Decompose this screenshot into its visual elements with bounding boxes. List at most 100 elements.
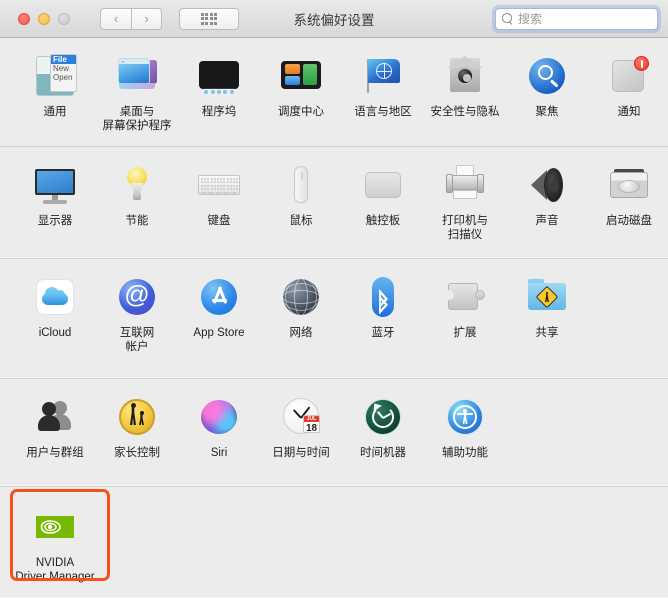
section-personal: File New Open 通用 桌面与 屏幕保护程序 程序坞 调度中心 语言与… xyxy=(0,38,668,146)
security-privacy-icon xyxy=(441,52,489,100)
pref-pane-date-time[interactable]: JUL 18 日期与时间 xyxy=(260,391,342,461)
back-button[interactable]: ‹ xyxy=(100,7,131,30)
pref-pane-label-line2: 帐户 xyxy=(125,340,149,353)
pref-pane-startup-disk[interactable]: 启动磁盘 xyxy=(588,159,668,243)
pref-pane-label: 声音 xyxy=(535,215,559,227)
bluetooth-icon xyxy=(359,273,407,321)
pref-pane-nvidia-driver-manager[interactable]: NVIDIA Driver Manager xyxy=(14,501,96,585)
preferences-grid: File New Open 通用 桌面与 屏幕保护程序 程序坞 调度中心 语言与… xyxy=(0,38,668,598)
accessibility-icon xyxy=(441,393,489,441)
network-icon xyxy=(277,273,325,321)
extensions-icon xyxy=(441,273,489,321)
startup-disk-icon xyxy=(605,161,653,209)
traffic-lights xyxy=(18,12,70,25)
pref-pane-label: 日期与时间 xyxy=(272,447,330,459)
section-system-row: 用户与群组 家长控制 Siri JUL 18 日期与时间 时间机器 辅助功能 xyxy=(0,379,668,467)
pref-pane-network[interactable]: 网络 xyxy=(260,271,342,355)
pref-pane-app-store[interactable]: App Store xyxy=(178,271,260,355)
pref-pane-displays[interactable]: 显示器 xyxy=(14,159,96,243)
section-hardware-row: 显示器 节能 键盘 鼠标 触控板 打印机与 扫描仪 声音 启动磁盘 xyxy=(0,147,668,249)
pref-pane-icloud[interactable]: iCloud xyxy=(14,271,96,355)
pref-pane-label-line1: 桌面与 xyxy=(119,106,155,118)
pref-pane-dock[interactable]: 程序坞 xyxy=(178,50,260,134)
spotlight-icon xyxy=(523,52,571,100)
search-input[interactable]: 搜索 xyxy=(495,7,658,30)
pref-pane-label: 聚焦 xyxy=(535,106,559,118)
icloud-icon xyxy=(31,273,79,321)
pref-pane-spotlight[interactable]: 聚焦 xyxy=(506,50,588,134)
pref-pane-siri[interactable]: Siri xyxy=(178,391,260,461)
search-icon xyxy=(502,13,513,24)
pref-pane-general[interactable]: File New Open 通用 xyxy=(14,50,96,134)
pref-pane-label: 家长控制 xyxy=(114,447,160,459)
pref-pane-label-line2: 屏幕保护程序 xyxy=(102,119,172,132)
pref-pane-label: Siri xyxy=(210,447,228,459)
zoom-button-icon[interactable] xyxy=(58,12,70,25)
pref-pane-label-line1: 互联网 xyxy=(119,327,155,339)
pref-pane-language-region[interactable]: 语言与地区 xyxy=(342,50,424,134)
pref-pane-sound[interactable]: 声音 xyxy=(506,159,588,243)
pref-pane-energy-saver[interactable]: 节能 xyxy=(96,159,178,243)
pref-pane-label: 互联网 帐户 xyxy=(120,327,155,355)
pref-pane-label: 共享 xyxy=(535,327,559,339)
pref-pane-desktop-screensaver[interactable]: 桌面与 屏幕保护程序 xyxy=(96,50,178,134)
pref-pane-label: 程序坞 xyxy=(201,106,237,118)
notification-badge xyxy=(634,56,649,71)
pref-pane-extensions[interactable]: 扩展 xyxy=(424,271,506,355)
pref-pane-mouse[interactable]: 鼠标 xyxy=(260,159,342,243)
mission-control-icon xyxy=(277,52,325,100)
chevron-left-icon: ‹ xyxy=(113,11,119,26)
search-placeholder: 搜索 xyxy=(518,12,543,26)
keyboard-icon xyxy=(195,161,243,209)
trackpad-icon xyxy=(359,161,407,209)
general-icon-menu-item-new: New xyxy=(53,64,70,73)
section-internet-wireless-row: iCloud @ 互联网 帐户 App Store 网络 蓝牙 扩展 共享 xyxy=(0,259,668,361)
siri-icon xyxy=(195,393,243,441)
pref-pane-bluetooth[interactable]: 蓝牙 xyxy=(342,271,424,355)
pref-pane-label: NVIDIA Driver Manager xyxy=(15,557,94,585)
close-button-icon[interactable] xyxy=(18,12,30,25)
section-third-party-row: NVIDIA Driver Manager xyxy=(0,487,668,591)
pref-pane-label-line2: 扫描仪 xyxy=(447,228,483,241)
pref-pane-label-line2: Driver Manager xyxy=(15,570,95,583)
pref-pane-parental-controls[interactable]: 家长控制 xyxy=(96,391,178,461)
pref-pane-label: 鼠标 xyxy=(289,215,313,227)
pref-pane-notifications[interactable]: 通知 xyxy=(588,50,668,134)
calendar-day-label: 18 xyxy=(305,423,318,433)
pref-pane-label: 打印机与 扫描仪 xyxy=(442,215,488,243)
pref-pane-sharing[interactable]: 共享 xyxy=(506,271,588,355)
chevron-right-icon: › xyxy=(144,11,149,26)
displays-icon xyxy=(31,161,79,209)
desktop-screensaver-icon xyxy=(113,52,161,100)
nvidia-icon xyxy=(31,503,79,551)
date-time-icon: JUL 18 xyxy=(277,393,325,441)
pref-pane-security-privacy[interactable]: 安全性与隐私 xyxy=(424,50,506,134)
internet-accounts-icon: @ xyxy=(113,273,161,321)
pref-pane-label: 通知 xyxy=(617,106,641,118)
section-third-party: NVIDIA Driver Manager xyxy=(0,486,668,598)
pref-pane-label: 辅助功能 xyxy=(442,447,488,459)
pref-pane-mission-control[interactable]: 调度中心 xyxy=(260,50,342,134)
pref-pane-label: 扩展 xyxy=(453,327,477,339)
sound-icon xyxy=(523,161,571,209)
pref-pane-trackpad[interactable]: 触控板 xyxy=(342,159,424,243)
pref-pane-keyboard[interactable]: 键盘 xyxy=(178,159,260,243)
pref-pane-label: 网络 xyxy=(289,327,313,339)
section-internet-wireless: iCloud @ 互联网 帐户 App Store 网络 蓝牙 扩展 共享 xyxy=(0,258,668,378)
pref-pane-label: App Store xyxy=(193,327,245,339)
forward-button[interactable]: › xyxy=(131,7,162,30)
pref-pane-label: 通用 xyxy=(43,106,67,118)
pref-pane-internet-accounts[interactable]: @ 互联网 帐户 xyxy=(96,271,178,355)
pref-pane-accessibility[interactable]: 辅助功能 xyxy=(424,391,506,461)
section-system: 用户与群组 家长控制 Siri JUL 18 日期与时间 时间机器 辅助功能 xyxy=(0,378,668,486)
pref-pane-time-machine[interactable]: 时间机器 xyxy=(342,391,424,461)
pref-pane-printers-scanners[interactable]: 打印机与 扫描仪 xyxy=(424,159,506,243)
show-all-button[interactable] xyxy=(179,7,239,30)
section-personal-row: File New Open 通用 桌面与 屏幕保护程序 程序坞 调度中心 语言与… xyxy=(0,38,668,140)
pref-pane-label: 时间机器 xyxy=(360,447,406,459)
notifications-icon xyxy=(605,52,653,100)
pref-pane-label-line1: 打印机与 xyxy=(442,215,488,227)
pref-pane-users-groups[interactable]: 用户与群组 xyxy=(14,391,96,461)
minimize-button-icon[interactable] xyxy=(38,12,50,25)
energy-saver-icon xyxy=(113,161,161,209)
